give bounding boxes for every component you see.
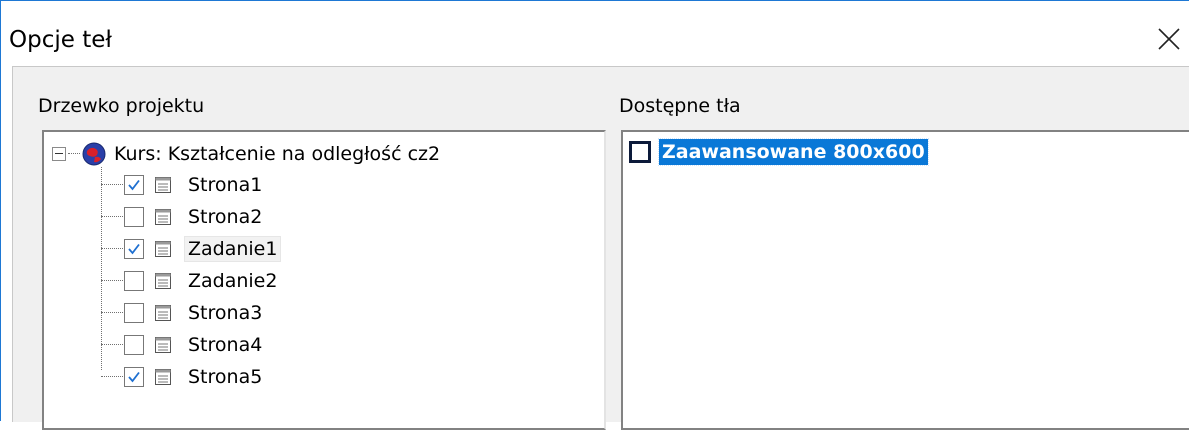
page-icon [155, 369, 171, 385]
background-label: Zaawansowane 800x600 [658, 138, 929, 166]
project-tree-panel[interactable]: Kurs: Kształcenie na odległość cz2 Stron… [42, 130, 606, 430]
background-list-item[interactable]: Zaawansowane 800x600 [629, 138, 929, 166]
tree-item-label: Zadanie1 [183, 236, 282, 262]
page-icon [155, 177, 171, 193]
page-icon [155, 305, 171, 321]
tree-connector [101, 216, 123, 218]
tree-item[interactable]: Strona5 [101, 362, 265, 392]
tree-item-label: Strona4 [188, 334, 263, 356]
tree-connector [101, 312, 123, 314]
page-icon [155, 273, 171, 289]
tree-item-checkbox[interactable] [124, 175, 144, 195]
options-dialog: Opcje teł Drzewko projektu Dostępne tła [0, 0, 1189, 430]
tree-item-checkbox[interactable] [124, 271, 144, 291]
tree-connector [101, 344, 123, 346]
tree-connector [101, 184, 123, 186]
tree-root-node[interactable]: Kurs: Kształcenie na odległość cz2 [52, 140, 440, 168]
close-icon [1158, 28, 1180, 50]
tree-connector [101, 376, 123, 378]
available-backgrounds-label: Dostępne tła [619, 95, 741, 117]
tree-item-checkbox[interactable] [124, 303, 144, 323]
collapse-toggle-icon[interactable] [52, 147, 66, 161]
tree-root-label: Kurs: Kształcenie na odległość cz2 [114, 143, 441, 165]
tree-item-checkbox[interactable] [124, 367, 144, 387]
tree-item-label: Strona1 [188, 174, 263, 196]
tree-item[interactable]: Strona3 [101, 298, 265, 328]
page-icon [155, 209, 171, 225]
page-icon [155, 241, 171, 257]
tree-item-label: Strona3 [188, 302, 263, 324]
course-globe-icon [82, 142, 106, 166]
tree-connector [101, 248, 123, 250]
available-backgrounds-panel[interactable]: Zaawansowane 800x600 [621, 130, 1189, 430]
tree-item-label: Strona5 [188, 366, 263, 388]
close-button[interactable] [1149, 15, 1189, 63]
tree-connector [101, 280, 123, 282]
tree-item[interactable]: Strona4 [101, 330, 265, 360]
window-title: Opcje teł [9, 27, 112, 53]
tree-item[interactable]: Zadanie2 [101, 266, 280, 296]
tree-item-label: Zadanie2 [188, 270, 278, 292]
tree-item-checkbox[interactable] [124, 335, 144, 355]
tree-item[interactable]: Strona2 [101, 202, 265, 232]
tree-item-label: Strona2 [188, 206, 263, 228]
tree-item[interactable]: Strona1 [101, 170, 265, 200]
background-checkbox[interactable] [629, 141, 651, 163]
tree-item-checkbox[interactable] [124, 207, 144, 227]
page-icon [155, 337, 171, 353]
dialog-body: Drzewko projektu Dostępne tła Kurs: Kszt… [12, 66, 1189, 430]
project-tree-label: Drzewko projektu [38, 95, 205, 117]
tree-item-checkbox[interactable] [124, 239, 144, 259]
tree-connector [68, 153, 80, 155]
project-tree: Kurs: Kształcenie na odległość cz2 Stron… [44, 132, 604, 428]
tree-item[interactable]: Zadanie1 [101, 234, 282, 264]
